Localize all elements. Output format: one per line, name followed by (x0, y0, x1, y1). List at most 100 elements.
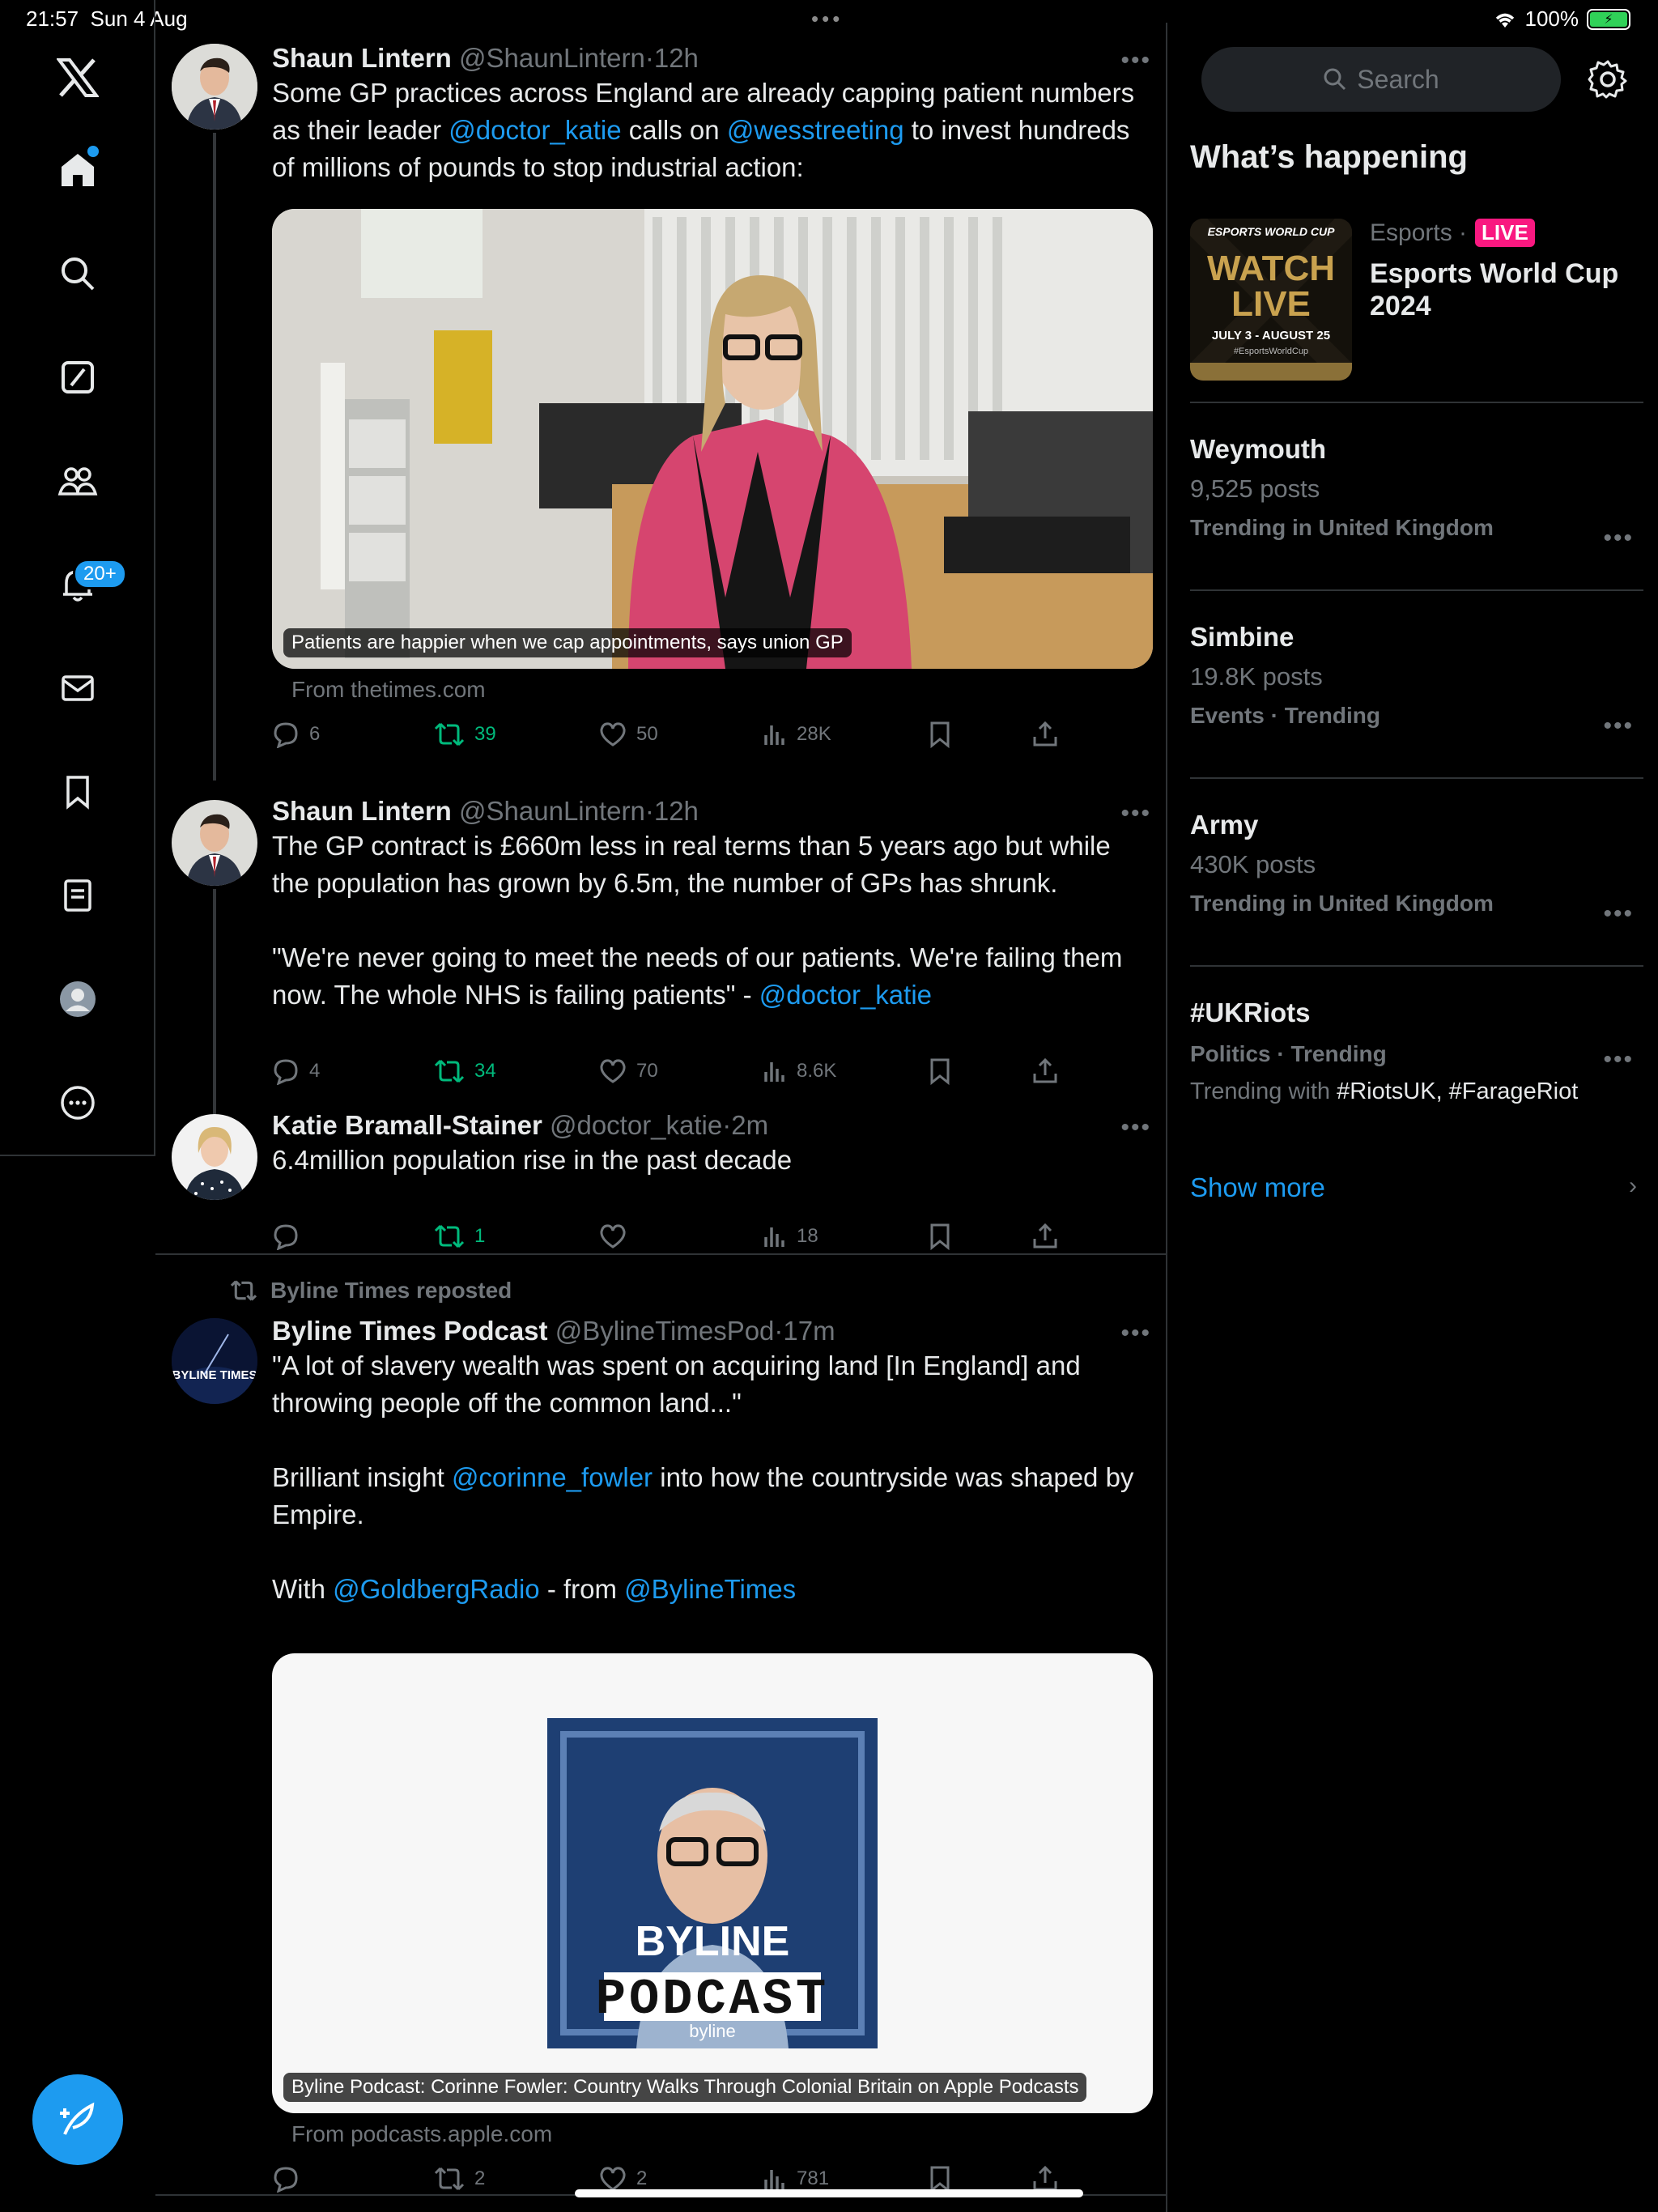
mention-link[interactable]: @doctor_katie (449, 115, 621, 145)
reply-button[interactable] (272, 2165, 309, 2193)
trend-name: Weymouth (1190, 434, 1327, 464)
views-button[interactable]: 18 (763, 1223, 818, 1250)
repost-button[interactable]: 1 (434, 1223, 485, 1250)
avatar[interactable] (172, 44, 257, 130)
trend-more-icon[interactable]: ••• (1603, 900, 1634, 928)
share-button[interactable] (1031, 721, 1059, 748)
esports-thumbnail[interactable]: ESPORTS WORLD CUP WATCH LIVE JULY 3 - AU… (1190, 219, 1352, 381)
like-button[interactable]: 2 (599, 2165, 647, 2193)
reply-icon (274, 1224, 298, 1250)
x-logo-icon[interactable] (52, 52, 104, 104)
share-button[interactable] (1031, 2165, 1059, 2193)
sidebar-divider (1190, 965, 1643, 967)
view-count: 28K (797, 723, 831, 745)
link-card[interactable]: Patients are happier when we cap appoint… (272, 209, 1153, 669)
home-unread-dot (87, 146, 99, 157)
more-icon[interactable] (52, 1077, 104, 1129)
more-options-icon[interactable]: ••• (1120, 800, 1151, 827)
heart-icon (600, 722, 626, 747)
views-button[interactable]: 781 (763, 2165, 829, 2193)
trend-more-icon[interactable]: ••• (1603, 1046, 1634, 1074)
author-handle[interactable]: @doctor_katie (550, 1110, 722, 1140)
like-button[interactable] (599, 1223, 636, 1250)
author-handle[interactable]: @ShaunLintern (459, 796, 645, 826)
mention-link[interactable]: @wesstreeting (727, 115, 904, 145)
like-count: 70 (636, 1060, 658, 1082)
author-name[interactable]: Byline Times Podcast (272, 1316, 548, 1346)
avatar[interactable] (172, 1114, 257, 1200)
bookmark-button[interactable] (928, 721, 952, 748)
settings-gear-icon[interactable] (1585, 57, 1630, 102)
grok-icon[interactable] (52, 351, 104, 403)
bookmarks-icon[interactable] (52, 766, 104, 818)
post-time[interactable]: 12h (654, 43, 699, 73)
author-name[interactable]: Shaun Lintern (272, 796, 452, 826)
mention-link[interactable]: @corinne_fowler (452, 1462, 653, 1492)
repost-button[interactable]: 34 (434, 1057, 496, 1085)
avatar[interactable] (172, 800, 257, 886)
reply-button[interactable] (272, 1223, 309, 1250)
like-button[interactable]: 50 (599, 721, 658, 748)
trend-item[interactable]: Army 430K posts Trending in United Kingd… (1190, 810, 1643, 927)
mention-link[interactable]: @doctor_katie (759, 980, 932, 1010)
share-button[interactable] (1031, 1057, 1059, 1085)
like-count: 50 (636, 723, 658, 745)
heart-icon (600, 1224, 626, 1249)
search-input[interactable]: Search (1201, 47, 1561, 112)
bookmark-button[interactable] (928, 2165, 952, 2193)
post-time[interactable]: 2m (731, 1110, 768, 1140)
thread-line (213, 133, 216, 781)
thread-line (213, 889, 216, 1132)
more-options-icon[interactable]: ••• (1120, 1320, 1151, 1347)
bookmark-button[interactable] (928, 1223, 952, 1250)
share-icon (1033, 1223, 1057, 1249)
reply-button[interactable]: 6 (272, 721, 320, 748)
views-button[interactable]: 28K (763, 721, 831, 748)
search-icon[interactable] (52, 248, 104, 300)
more-options-icon[interactable]: ••• (1120, 47, 1151, 74)
trend-item[interactable]: Weymouth 9,525 posts Trending in United … (1190, 434, 1643, 551)
show-more-link[interactable]: Show more (1190, 1172, 1325, 1203)
bookmark-button[interactable] (928, 1057, 952, 1085)
home-indicator[interactable] (575, 2189, 1083, 2197)
profile-icon[interactable] (52, 973, 104, 1025)
repost-indicator-icon (230, 1280, 257, 1301)
trend-context: Politics · Trending (1190, 1041, 1387, 1066)
right-sidebar: Search What’s happening ESPORTS WORLD CU… (1169, 23, 1658, 2212)
repost-count: 2 (474, 2167, 486, 2189)
link-card[interactable]: BYLINE PODCAST byline Byline Podcast: Co… (272, 1653, 1153, 2113)
card-source[interactable]: From podcasts.apple.com (291, 2121, 552, 2147)
esports-title[interactable]: Esports World Cup 2024 (1370, 257, 1629, 322)
view-count: 781 (797, 2167, 830, 2189)
mention-link[interactable]: @GoldbergRadio (333, 1574, 539, 1604)
views-button[interactable]: 8.6K (763, 1057, 836, 1085)
trend-item[interactable]: Simbine 19.8K posts Events · Trending ••… (1190, 622, 1643, 739)
trend-item[interactable]: #UKRiots Politics · Trending ••• Trendin… (1190, 998, 1643, 1105)
trend-more-icon[interactable]: ••• (1603, 525, 1634, 552)
author-name[interactable]: Shaun Lintern (272, 43, 452, 73)
tweet-text: Some GP practices across England are alr… (272, 78, 1142, 182)
repost-button[interactable]: 39 (434, 721, 496, 748)
post-time[interactable]: 12h (654, 796, 699, 826)
repost-button[interactable]: 2 (434, 2165, 485, 2193)
share-button[interactable] (1031, 1223, 1059, 1250)
avatar[interactable]: BYLINE TIMES (172, 1318, 257, 1404)
like-button[interactable]: 70 (599, 1057, 658, 1085)
author-handle[interactable]: @ShaunLintern (459, 43, 645, 73)
reposted-by-label[interactable]: Byline Times reposted (270, 1278, 512, 1304)
card-source[interactable]: From thetimes.com (291, 677, 486, 703)
mention-link[interactable]: @BylineTimes (624, 1574, 796, 1604)
author-name[interactable]: Katie Bramall-Stainer (272, 1110, 542, 1140)
messages-icon[interactable] (52, 662, 104, 714)
more-options-icon[interactable]: ••• (1120, 1114, 1151, 1142)
reply-button[interactable]: 4 (272, 1057, 320, 1085)
repost-icon (434, 722, 465, 747)
trend-more-icon[interactable]: ••• (1603, 713, 1634, 740)
post-time[interactable]: 17m (783, 1316, 835, 1346)
trend-posts: 9,525 posts (1190, 474, 1320, 503)
trend-with-tags[interactable]: #RiotsUK, #FarageRiot (1337, 1078, 1578, 1104)
communities-icon[interactable] (52, 455, 104, 507)
lists-icon[interactable] (52, 870, 104, 921)
compose-post-button[interactable] (32, 2074, 123, 2165)
author-handle[interactable]: @BylineTimesPod (555, 1316, 775, 1346)
